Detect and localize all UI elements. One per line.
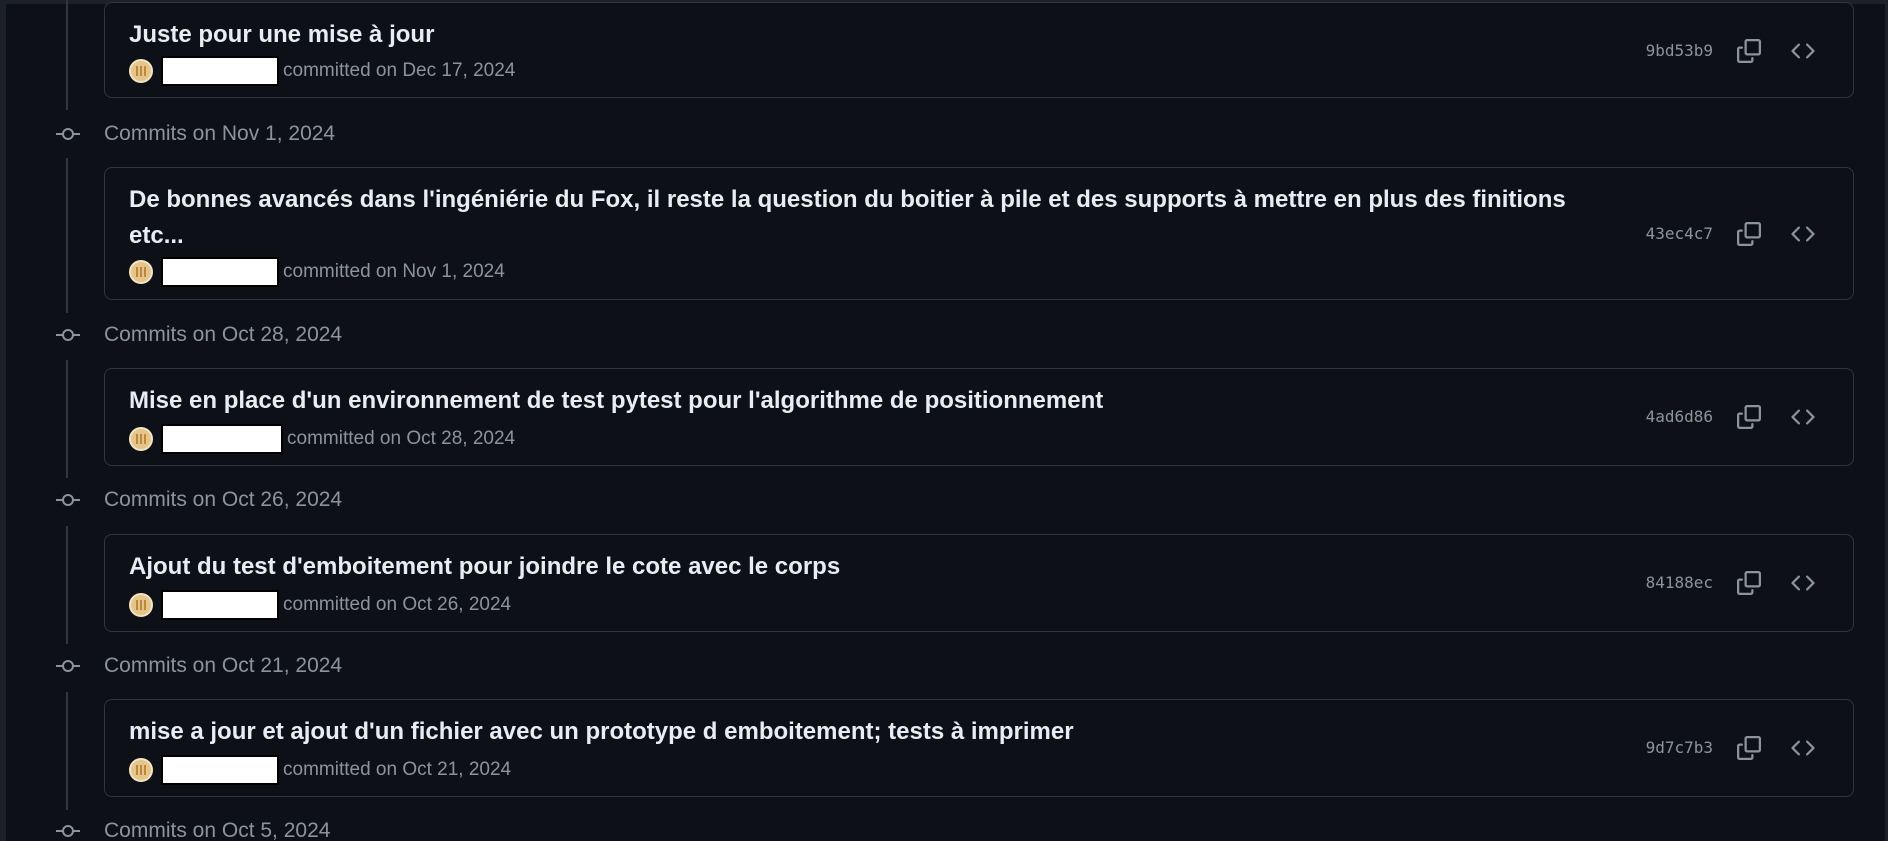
commit-card: De bonnes avancés dans l'ingéniérie du F… <box>104 167 1854 300</box>
git-commit-icon <box>54 327 82 343</box>
commit-card: Mise en place d'un environnement de test… <box>104 368 1854 466</box>
window-edge-left <box>0 0 6 841</box>
commit-card: mise a jour et ajout d'un fichier avec u… <box>104 699 1854 797</box>
commit-message[interactable]: Juste pour une mise à jour <box>129 17 1569 53</box>
commit-meta: committed on Oct 21, 2024 <box>129 756 511 784</box>
git-commit-icon <box>54 823 82 839</box>
commit-message[interactable]: mise a jour et ajout d'un fichier avec u… <box>129 714 1569 750</box>
commit-date-text: committed on Oct 26, 2024 <box>283 594 512 615</box>
commit-sha[interactable]: 9bd53b9 <box>1646 41 1713 61</box>
commit-sha[interactable]: 9d7c7b3 <box>1646 738 1713 758</box>
copy-sha-button[interactable] <box>1731 730 1767 766</box>
author-name-redacted <box>163 58 277 84</box>
commit-group-title: Commits on Oct 5, 2024 <box>104 819 331 841</box>
timeline-line <box>66 526 68 644</box>
commit-meta: committed on Dec 17, 2024 <box>129 57 515 85</box>
commit-message[interactable]: De bonnes avancés dans l'ingéniérie du F… <box>129 182 1569 254</box>
commit-group-header: Commits on Oct 21, 2024 <box>54 651 342 681</box>
author-avatar[interactable] <box>129 427 153 451</box>
timeline-line <box>66 0 68 110</box>
commit-group-header: Commits on Oct 28, 2024 <box>54 320 342 350</box>
commit-date-text: committed on Nov 1, 2024 <box>283 261 505 282</box>
commit-date-text: committed on Dec 17, 2024 <box>283 60 516 81</box>
copy-icon <box>1737 39 1761 63</box>
timeline-line <box>66 360 68 478</box>
browse-repo-button[interactable] <box>1785 565 1821 601</box>
commit-group-title: Commits on Oct 26, 2024 <box>104 488 343 511</box>
commit-group-header: Commits on Oct 26, 2024 <box>54 485 342 515</box>
commit-group-title: Commits on Nov 1, 2024 <box>104 122 336 145</box>
commit-meta: committed on Nov 1, 2024 <box>129 258 505 286</box>
commit-sha[interactable]: 43ec4c7 <box>1646 224 1713 244</box>
copy-sha-button[interactable] <box>1731 216 1767 252</box>
commit-sha[interactable]: 84188ec <box>1646 573 1713 593</box>
browse-repo-button[interactable] <box>1785 730 1821 766</box>
copy-icon <box>1737 405 1761 429</box>
code-icon <box>1791 575 1815 591</box>
author-name-redacted <box>163 592 277 618</box>
author-name-redacted <box>163 757 277 783</box>
commit-date-text: committed on Oct 28, 2024 <box>287 428 516 449</box>
commit-meta: committed on Oct 28, 2024 <box>129 425 515 453</box>
author-avatar[interactable] <box>129 59 153 83</box>
commit-group-header: Commits on Nov 1, 2024 <box>54 119 335 149</box>
copy-sha-button[interactable] <box>1731 33 1767 69</box>
commit-sha[interactable]: 4ad6d86 <box>1646 407 1713 427</box>
commit-group-title: Commits on Oct 28, 2024 <box>104 323 343 346</box>
code-icon <box>1791 226 1815 242</box>
commit-message[interactable]: Ajout du test d'emboitement pour joindre… <box>129 549 1569 585</box>
author-avatar[interactable] <box>129 260 153 284</box>
copy-icon <box>1737 736 1761 760</box>
author-name-redacted <box>163 259 277 285</box>
git-commit-icon <box>54 126 82 142</box>
commit-group-header: Commits on Oct 5, 2024 <box>54 816 330 841</box>
author-avatar[interactable] <box>129 593 153 617</box>
git-commit-icon <box>54 658 82 674</box>
author-name-redacted <box>163 426 281 452</box>
commit-card: Juste pour une mise à jour committed on … <box>104 2 1854 98</box>
browse-repo-button[interactable] <box>1785 33 1821 69</box>
copy-sha-button[interactable] <box>1731 399 1767 435</box>
code-icon <box>1791 740 1815 756</box>
timeline-line <box>66 158 68 313</box>
copy-sha-button[interactable] <box>1731 565 1767 601</box>
commit-card: Ajout du test d'emboitement pour joindre… <box>104 534 1854 632</box>
code-icon <box>1791 43 1815 59</box>
commit-group-title: Commits on Oct 21, 2024 <box>104 654 343 677</box>
copy-icon <box>1737 222 1761 246</box>
copy-icon <box>1737 571 1761 595</box>
browse-repo-button[interactable] <box>1785 399 1821 435</box>
commit-message[interactable]: Mise en place d'un environnement de test… <box>129 383 1569 419</box>
git-commit-icon <box>54 492 82 508</box>
browse-repo-button[interactable] <box>1785 216 1821 252</box>
code-icon <box>1791 409 1815 425</box>
commit-history-page: Juste pour une mise à jour committed on … <box>0 0 1888 841</box>
author-avatar[interactable] <box>129 758 153 782</box>
timeline-line <box>66 692 68 810</box>
commit-date-text: committed on Oct 21, 2024 <box>283 759 512 780</box>
commit-meta: committed on Oct 26, 2024 <box>129 591 511 619</box>
